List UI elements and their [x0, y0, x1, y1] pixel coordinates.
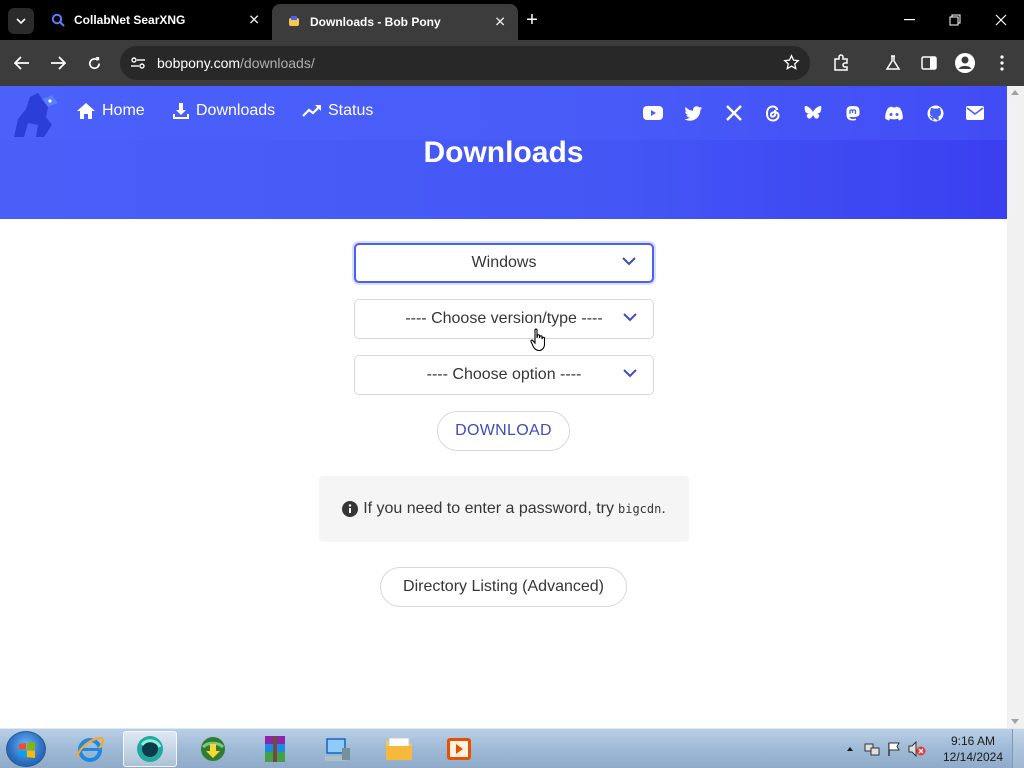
- address-bar[interactable]: bobpony.com/downloads/: [120, 46, 810, 80]
- action-center-flag-icon[interactable]: [886, 741, 902, 757]
- discord-icon[interactable]: [884, 104, 904, 122]
- windows-logo-icon: [19, 742, 35, 758]
- option-select-value: ---- Choose option ----: [426, 366, 582, 383]
- site-settings-icon[interactable]: [130, 55, 146, 76]
- close-tab-icon[interactable]: ✕: [494, 14, 506, 31]
- tab-search-button[interactable]: [8, 8, 34, 34]
- password-notice: If you need to enter a password, try big…: [319, 476, 689, 542]
- taskbar-winrar-icon[interactable]: [248, 731, 302, 767]
- labs-flask-icon[interactable]: [882, 52, 904, 74]
- scroll-up-icon[interactable]: [1011, 90, 1019, 95]
- tab-title: CollabNet SearXNG: [74, 13, 186, 27]
- browser-menu-icon[interactable]: [991, 52, 1013, 74]
- tab-searxng[interactable]: CollabNet SearXNG ✕: [36, 0, 272, 40]
- browser-toolbar: bobpony.com/downloads/: [0, 40, 1024, 86]
- email-icon[interactable]: [965, 104, 985, 122]
- extensions-icon[interactable]: [830, 52, 852, 74]
- os-select[interactable]: Windows: [354, 243, 654, 283]
- chevron-down-icon: [623, 313, 637, 322]
- url-text: bobpony.com/downloads/: [157, 55, 315, 71]
- info-icon: [342, 501, 359, 517]
- page-title: Downloads: [423, 136, 584, 169]
- home-icon: [77, 103, 95, 119]
- taskbar-computer-icon[interactable]: [310, 731, 364, 767]
- forward-icon[interactable]: [44, 49, 72, 77]
- nav-home-label: Home: [102, 102, 145, 119]
- x-icon[interactable]: [724, 104, 744, 122]
- tab-downloads[interactable]: Downloads - Bob Pony ✕: [272, 4, 518, 40]
- url-path: /downloads/: [240, 55, 315, 71]
- directory-listing-button[interactable]: Directory Listing (Advanced): [380, 567, 627, 607]
- nav-home-link[interactable]: Home: [76, 102, 145, 120]
- taskbar-file-explorer-icon[interactable]: [372, 731, 426, 767]
- close-window-icon[interactable]: [978, 0, 1024, 40]
- side-panel-icon[interactable]: [918, 52, 940, 74]
- system-clock[interactable]: 9:16 AM 12/14/2024: [940, 733, 1006, 765]
- url-domain: bobpony.com: [157, 55, 241, 71]
- password-code: bigcdn: [618, 502, 662, 516]
- browser-tab-bar: CollabNet SearXNG ✕ Downloads - Bob Pony…: [0, 0, 1024, 40]
- profile-avatar-icon[interactable]: [954, 52, 976, 74]
- close-tab-icon[interactable]: ✕: [248, 12, 260, 29]
- clock-date: 12/14/2024: [942, 750, 1004, 764]
- bob-pony-favicon-icon: [286, 14, 302, 30]
- restore-icon[interactable]: [932, 0, 978, 40]
- nav-status-link[interactable]: Status: [302, 102, 373, 120]
- scroll-down-icon[interactable]: [1011, 719, 1019, 724]
- minimize-icon[interactable]: [886, 0, 932, 40]
- notice-period: .: [661, 500, 666, 517]
- notice-text: If you need to enter a password, try: [363, 500, 614, 517]
- hand-cursor-icon: [530, 328, 546, 352]
- download-icon: [173, 103, 189, 119]
- nav-downloads-link[interactable]: Downloads: [172, 102, 275, 120]
- system-tray: [846, 729, 926, 768]
- trend-up-icon: [302, 105, 321, 117]
- bluesky-icon[interactable]: [803, 104, 823, 122]
- reload-icon[interactable]: [80, 49, 108, 77]
- web-page: Home Downloads Status Downloads Windows …: [0, 86, 1007, 728]
- new-tab-icon[interactable]: +: [520, 8, 544, 32]
- windows-taskbar: 9:16 AM 12/14/2024: [0, 728, 1024, 768]
- github-icon[interactable]: [925, 104, 945, 122]
- clock-time: 9:16 AM: [950, 734, 996, 748]
- youtube-icon[interactable]: [643, 104, 663, 122]
- search-icon: [50, 12, 66, 28]
- network-icon[interactable]: [864, 741, 880, 757]
- start-button[interactable]: [6, 731, 46, 767]
- nav-status-label: Status: [328, 102, 374, 119]
- chevron-down-icon: [16, 18, 26, 24]
- page-scrollbar[interactable]: [1007, 86, 1024, 728]
- show-desktop-button[interactable]: [1012, 729, 1024, 768]
- version-select[interactable]: ---- Choose version/type ----: [354, 299, 654, 339]
- mastodon-icon[interactable]: [843, 104, 863, 122]
- twitter-icon[interactable]: [684, 104, 704, 122]
- show-hidden-icons-icon[interactable]: [846, 746, 854, 752]
- chevron-down-icon: [622, 257, 636, 266]
- taskbar-media-player-icon[interactable]: [432, 731, 486, 767]
- chevron-down-icon: [623, 369, 637, 378]
- download-button[interactable]: DOWNLOAD: [437, 411, 570, 451]
- option-select[interactable]: ---- Choose option ----: [354, 355, 654, 395]
- tab-title: Downloads - Bob Pony: [310, 15, 441, 29]
- taskbar-ie-icon[interactable]: [63, 731, 117, 767]
- taskbar-browser-icon[interactable]: [123, 731, 177, 767]
- back-icon[interactable]: [8, 49, 36, 77]
- bookmark-star-icon[interactable]: [783, 54, 800, 76]
- os-select-value: Windows: [471, 254, 537, 271]
- hero-banner: Home Downloads Status Downloads: [0, 86, 1007, 219]
- threads-icon[interactable]: [763, 104, 783, 122]
- nav-downloads-label: Downloads: [196, 102, 276, 119]
- taskbar-download-manager-icon[interactable]: [186, 731, 240, 767]
- volume-muted-icon[interactable]: [908, 741, 926, 757]
- bob-pony-logo[interactable]: [12, 91, 62, 139]
- site-navbar: Home Downloads Status: [0, 86, 1007, 140]
- version-select-value: ---- Choose version/type ----: [405, 310, 603, 327]
